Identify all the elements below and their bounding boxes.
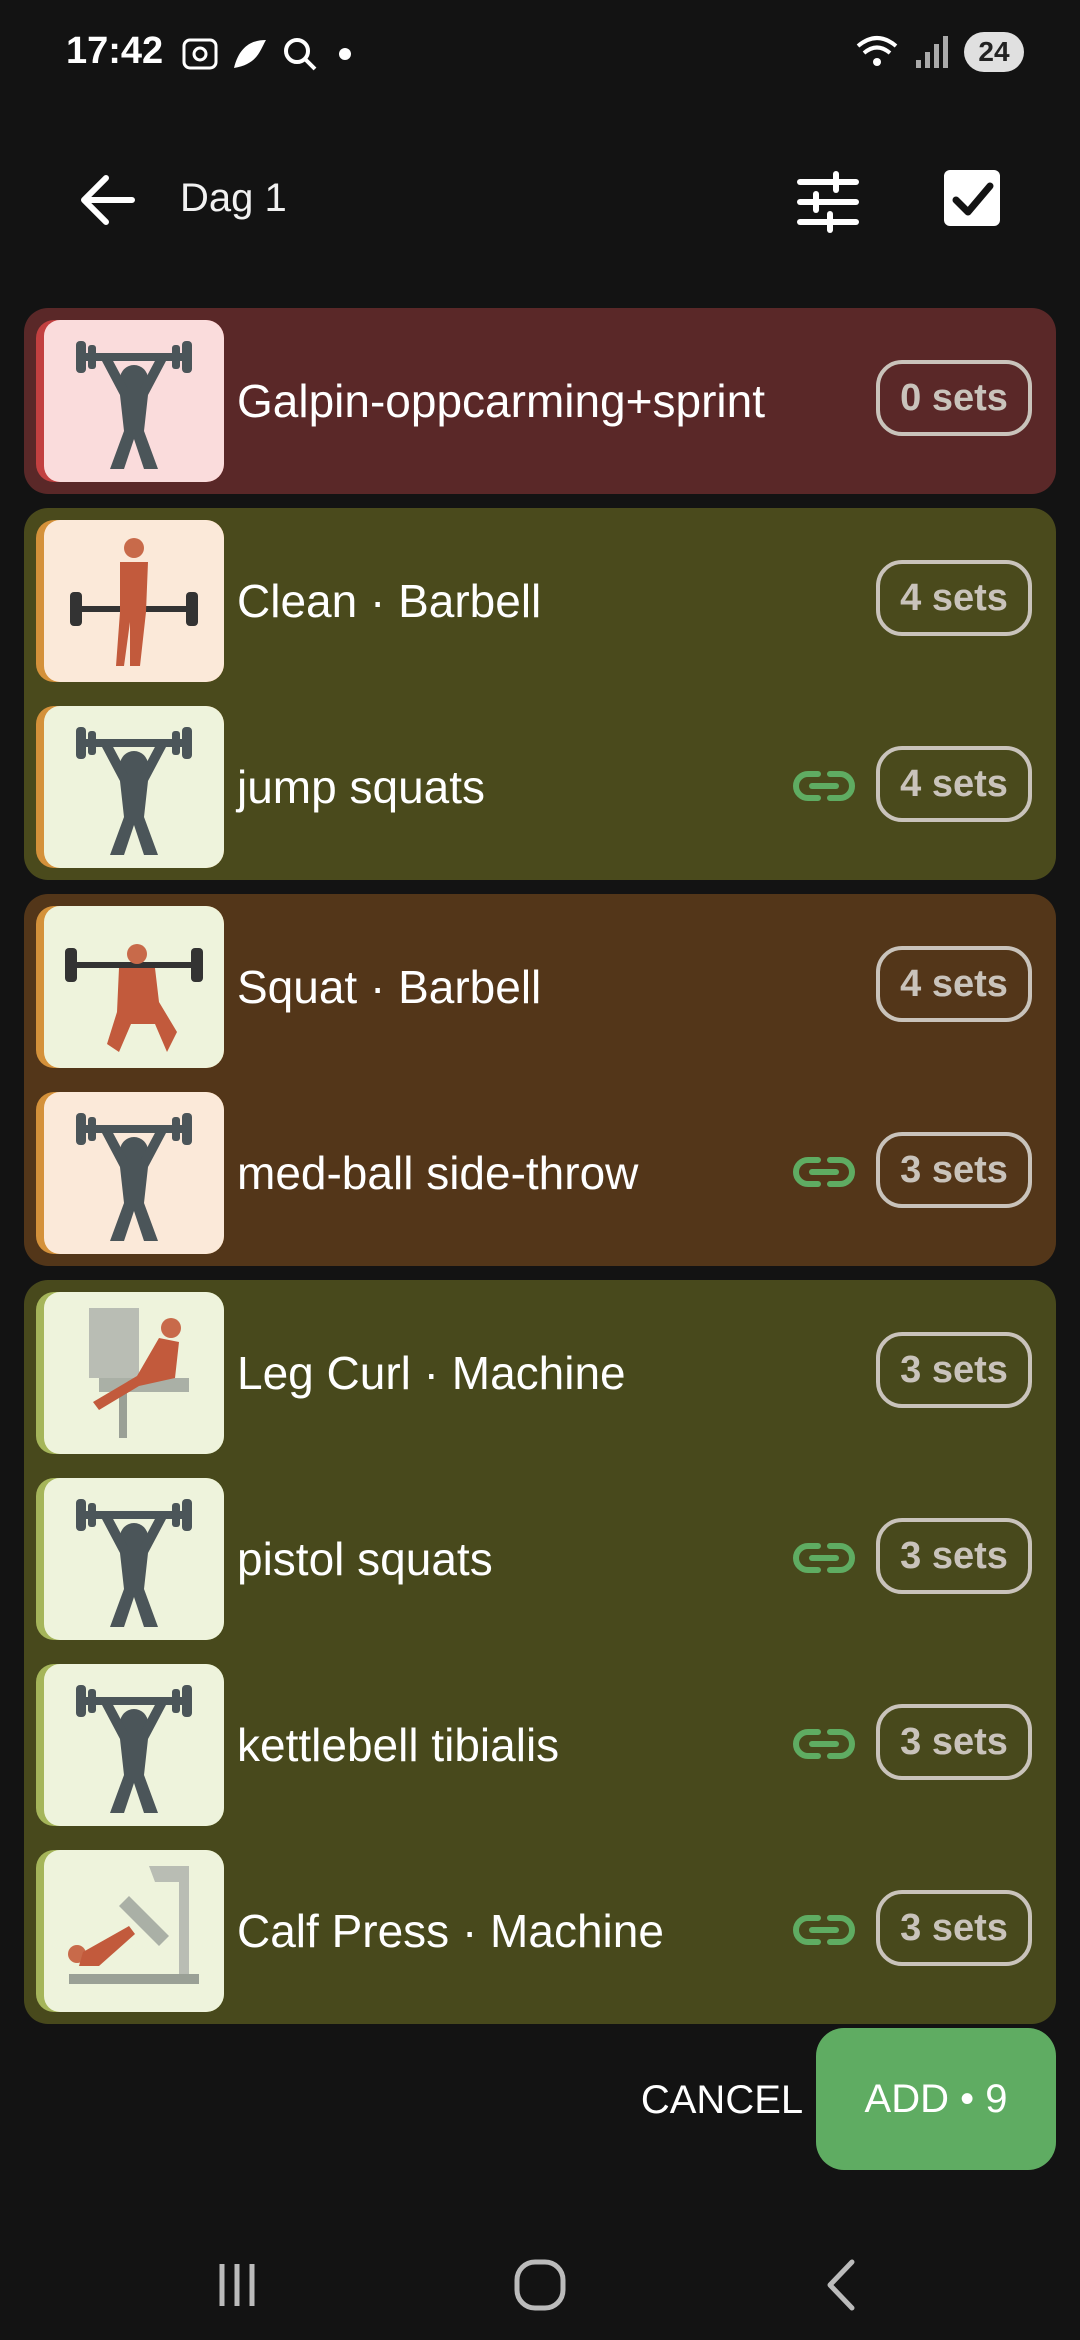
signal-icon [916,36,948,68]
exercise-group: Squat · Barbell 4 sets med-ball side-throw… [24,894,1056,1266]
exercise-group: Leg Curl · Machine 3 sets pistol squats 3 s… [24,1280,1056,2024]
exercise-name: Calf Press · Machine [237,1905,664,1957]
sets-button[interactable]: 3 sets [876,1132,1032,1208]
exercise-row[interactable]: Leg Curl · Machine 3 sets [24,1280,1056,1466]
exercise-thumbnail [36,1092,224,1254]
confirm-checkbox[interactable] [944,170,1000,226]
sets-button[interactable]: 0 sets [876,360,1032,436]
exercise-placeholder-icon [76,1685,192,1813]
exercise-name: jump squats [237,761,486,813]
link-icon[interactable] [792,1908,856,1952]
exercise-illustration [65,944,203,1052]
app-bar: Dag 1 [0,140,1080,260]
exercise-thumbnail [36,1478,224,1640]
exercise-thumbnail [36,1292,224,1454]
link-icon[interactable] [792,1536,856,1580]
exercise-row[interactable]: Squat · Barbell 4 sets [24,894,1056,1080]
exercise-thumbnail [36,906,224,1068]
tune-icon[interactable] [790,164,866,240]
system-nav-bar [0,2230,1080,2340]
leaf-icon [234,40,266,68]
dot-icon [339,48,351,60]
cancel-button[interactable]: CANCEL [622,2062,822,2138]
exercise-name: kettlebell tibialis [237,1719,560,1771]
exercise-thumbnail [36,320,224,482]
exercise-row[interactable]: Galpin-oppcarming+sprint 0 sets [24,308,1056,494]
page-title: Dag 1 [180,176,287,220]
back-arrow-icon[interactable] [70,162,146,238]
status-time: 17:42 [66,30,164,72]
exercise-thumbnail [36,1664,224,1826]
sets-button[interactable]: 4 sets [876,746,1032,822]
exercise-name: med-ball side-throw [237,1147,639,1199]
exercise-name: Leg Curl · Machine [237,1347,626,1399]
link-icon[interactable] [792,764,856,808]
exercise-group: Galpin-oppcarming+sprint 0 sets [24,308,1056,494]
exercise-illustration [70,538,198,666]
battery-indicator: 24 [964,32,1024,72]
exercise-placeholder-icon [76,341,192,469]
screenshot-icon [182,38,218,70]
exercise-thumbnail [36,520,224,682]
exercise-row[interactable]: jump squats 4 sets [24,694,1056,880]
sets-button[interactable]: 4 sets [876,560,1032,636]
exercise-name: Galpin-oppcarming+sprint [237,375,765,427]
exercise-placeholder-icon [76,727,192,855]
back-nav-icon[interactable] [808,2250,878,2320]
exercise-thumbnail [36,706,224,868]
exercise-name: Clean · Barbell [237,575,542,627]
exercise-thumbnail [36,1850,224,2012]
sets-button[interactable]: 3 sets [876,1332,1032,1408]
exercise-illustration [68,1866,199,1984]
sets-button[interactable]: 3 sets [876,1704,1032,1780]
status-bar: 17:42 24 [0,0,1080,108]
home-icon[interactable] [505,2250,575,2320]
add-button[interactable]: ADD • 9 [816,2028,1056,2170]
exercise-placeholder-icon [76,1499,192,1627]
exercise-name: Squat · Barbell [237,961,542,1013]
exercise-row[interactable]: pistol squats 3 sets [24,1466,1056,1652]
sets-button[interactable]: 3 sets [876,1518,1032,1594]
notification-icons [180,34,360,74]
exercise-placeholder-icon [76,1113,192,1241]
recent-apps-icon[interactable] [202,2250,272,2320]
check-icon [952,182,994,216]
link-icon[interactable] [792,1722,856,1766]
exercise-illustration [89,1308,189,1438]
exercise-group: Clean · Barbell 4 sets jump squats 4 sets [24,508,1056,880]
exercise-name: pistol squats [237,1533,493,1585]
sets-button[interactable]: 3 sets [876,1890,1032,1966]
sets-button[interactable]: 4 sets [876,946,1032,1022]
system-indicators: 24 [854,32,1024,72]
link-icon[interactable] [792,1150,856,1194]
search-icon [284,38,317,71]
wifi-icon [856,36,898,66]
exercise-row[interactable]: kettlebell tibialis 3 sets [24,1652,1056,1838]
exercise-row[interactable]: Clean · Barbell 4 sets [24,508,1056,694]
exercise-row[interactable]: med-ball side-throw 3 sets [24,1080,1056,1266]
exercise-row[interactable]: Calf Press · Machine 3 sets [24,1838,1056,2024]
